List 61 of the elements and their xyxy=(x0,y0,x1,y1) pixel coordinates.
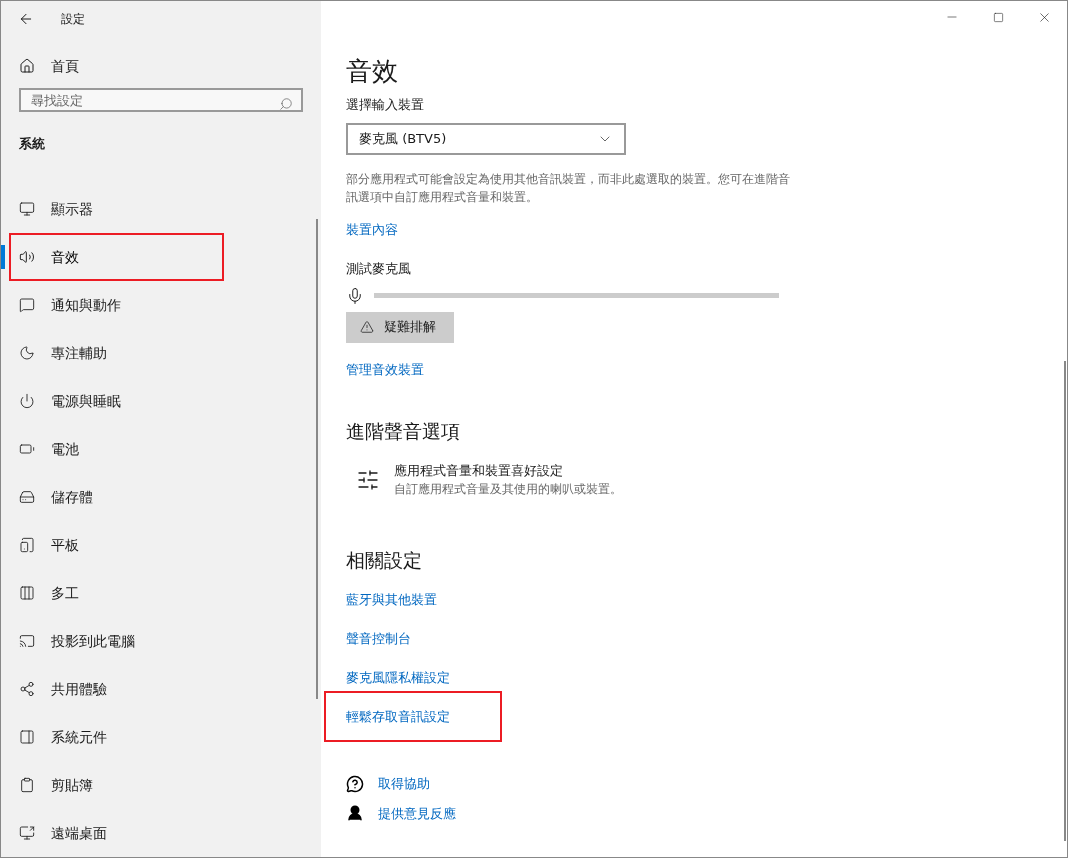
maximize-icon xyxy=(992,11,1004,23)
battery-icon xyxy=(19,441,35,457)
nav-item[interactable]: 共用體驗 xyxy=(19,678,107,700)
home-icon xyxy=(19,58,35,75)
app-volume-item[interactable]: 應用程式音量和裝置喜好設定 自訂應用程式音量及其使用的喇叭或裝置。 xyxy=(356,461,1067,498)
nav-item[interactable]: 電源與睡眠 xyxy=(19,390,121,412)
moon-icon xyxy=(19,345,35,361)
nav-item[interactable]: 投影到此電腦 xyxy=(19,630,135,652)
manage-devices-link[interactable]: 管理音效裝置 xyxy=(346,359,424,379)
person-icon xyxy=(346,804,364,823)
columns-icon xyxy=(19,585,35,601)
item-title: 應用程式音量和裝置喜好設定 xyxy=(394,461,564,480)
speaker-icon xyxy=(19,249,35,265)
nav-item[interactable]: 音效 xyxy=(19,246,79,268)
device-properties-link[interactable]: 裝置內容 xyxy=(346,219,398,239)
item-description: 自訂應用程式音量及其使用的喇叭或裝置。 xyxy=(394,480,622,498)
panel-icon xyxy=(19,729,35,745)
help-link[interactable]: 取得協助 xyxy=(346,774,430,794)
nav-item[interactable]: 專注輔助 xyxy=(19,342,107,364)
screen-icon xyxy=(19,825,35,841)
related-link[interactable]: 輕鬆存取音訊設定 xyxy=(346,706,450,727)
section-title: 相關設定 xyxy=(346,547,422,573)
description-text: 部分應用程式可能會設定為使用其他音訊裝置，而非此處選取的裝置。您可在進階音訊選項中自訂應用程式音量和裝置。 xyxy=(346,170,791,206)
device-dropdown[interactable]: 麥克風 (BTV5) xyxy=(346,122,626,155)
section-label: 測試麥克風 xyxy=(346,260,411,278)
back-arrow-icon xyxy=(18,11,34,27)
nav-item[interactable]: 儲存體 xyxy=(19,486,93,508)
nav-item[interactable]: 多工 xyxy=(19,582,79,604)
nav-item[interactable]: 顯示器 xyxy=(19,198,93,220)
troubleshoot-button[interactable]: 疑難排解 xyxy=(346,311,454,343)
window-title: 設定 xyxy=(61,11,85,28)
related-link[interactable]: 藍牙與其他裝置 xyxy=(346,589,437,610)
tablet-icon xyxy=(19,537,35,553)
question-bubble-icon xyxy=(346,774,364,793)
scrollbar[interactable] xyxy=(1064,361,1066,841)
page-title: 音效 xyxy=(346,55,398,88)
power-icon xyxy=(19,393,35,409)
search-icon xyxy=(279,96,293,111)
nav-item[interactable]: 剪貼簿 xyxy=(19,774,93,796)
search-field[interactable]: 尋找設定 xyxy=(19,88,303,112)
microphone-icon xyxy=(346,286,364,305)
nav-item[interactable]: 電池 xyxy=(19,438,79,460)
feedback-link[interactable]: 提供意見反應 xyxy=(346,803,456,823)
section-title: 進階聲音選項 xyxy=(346,419,460,444)
nav-item[interactable]: 通知與動作 xyxy=(19,294,121,316)
drive-icon xyxy=(19,489,35,505)
warning-icon xyxy=(360,320,374,334)
scrollbar[interactable] xyxy=(316,219,318,699)
nav-item[interactable]: 平板 xyxy=(19,534,79,556)
cast-icon xyxy=(19,633,35,649)
speech-bubble-icon xyxy=(19,297,35,313)
related-link[interactable]: 聲音控制台 xyxy=(346,628,411,649)
section-heading: 系統 xyxy=(19,134,45,153)
share-icon xyxy=(19,681,35,697)
related-link[interactable]: 麥克風隱私權設定 xyxy=(346,667,450,688)
clipboard-icon xyxy=(19,777,35,793)
nav-item[interactable]: 系統元件 xyxy=(19,726,107,748)
home-nav-item[interactable]: 首頁 xyxy=(1,55,321,78)
monitor-icon xyxy=(19,201,35,217)
nav-item[interactable]: 遠端桌面 xyxy=(19,822,107,844)
field-label: 選擇輸入裝置 xyxy=(346,96,424,114)
